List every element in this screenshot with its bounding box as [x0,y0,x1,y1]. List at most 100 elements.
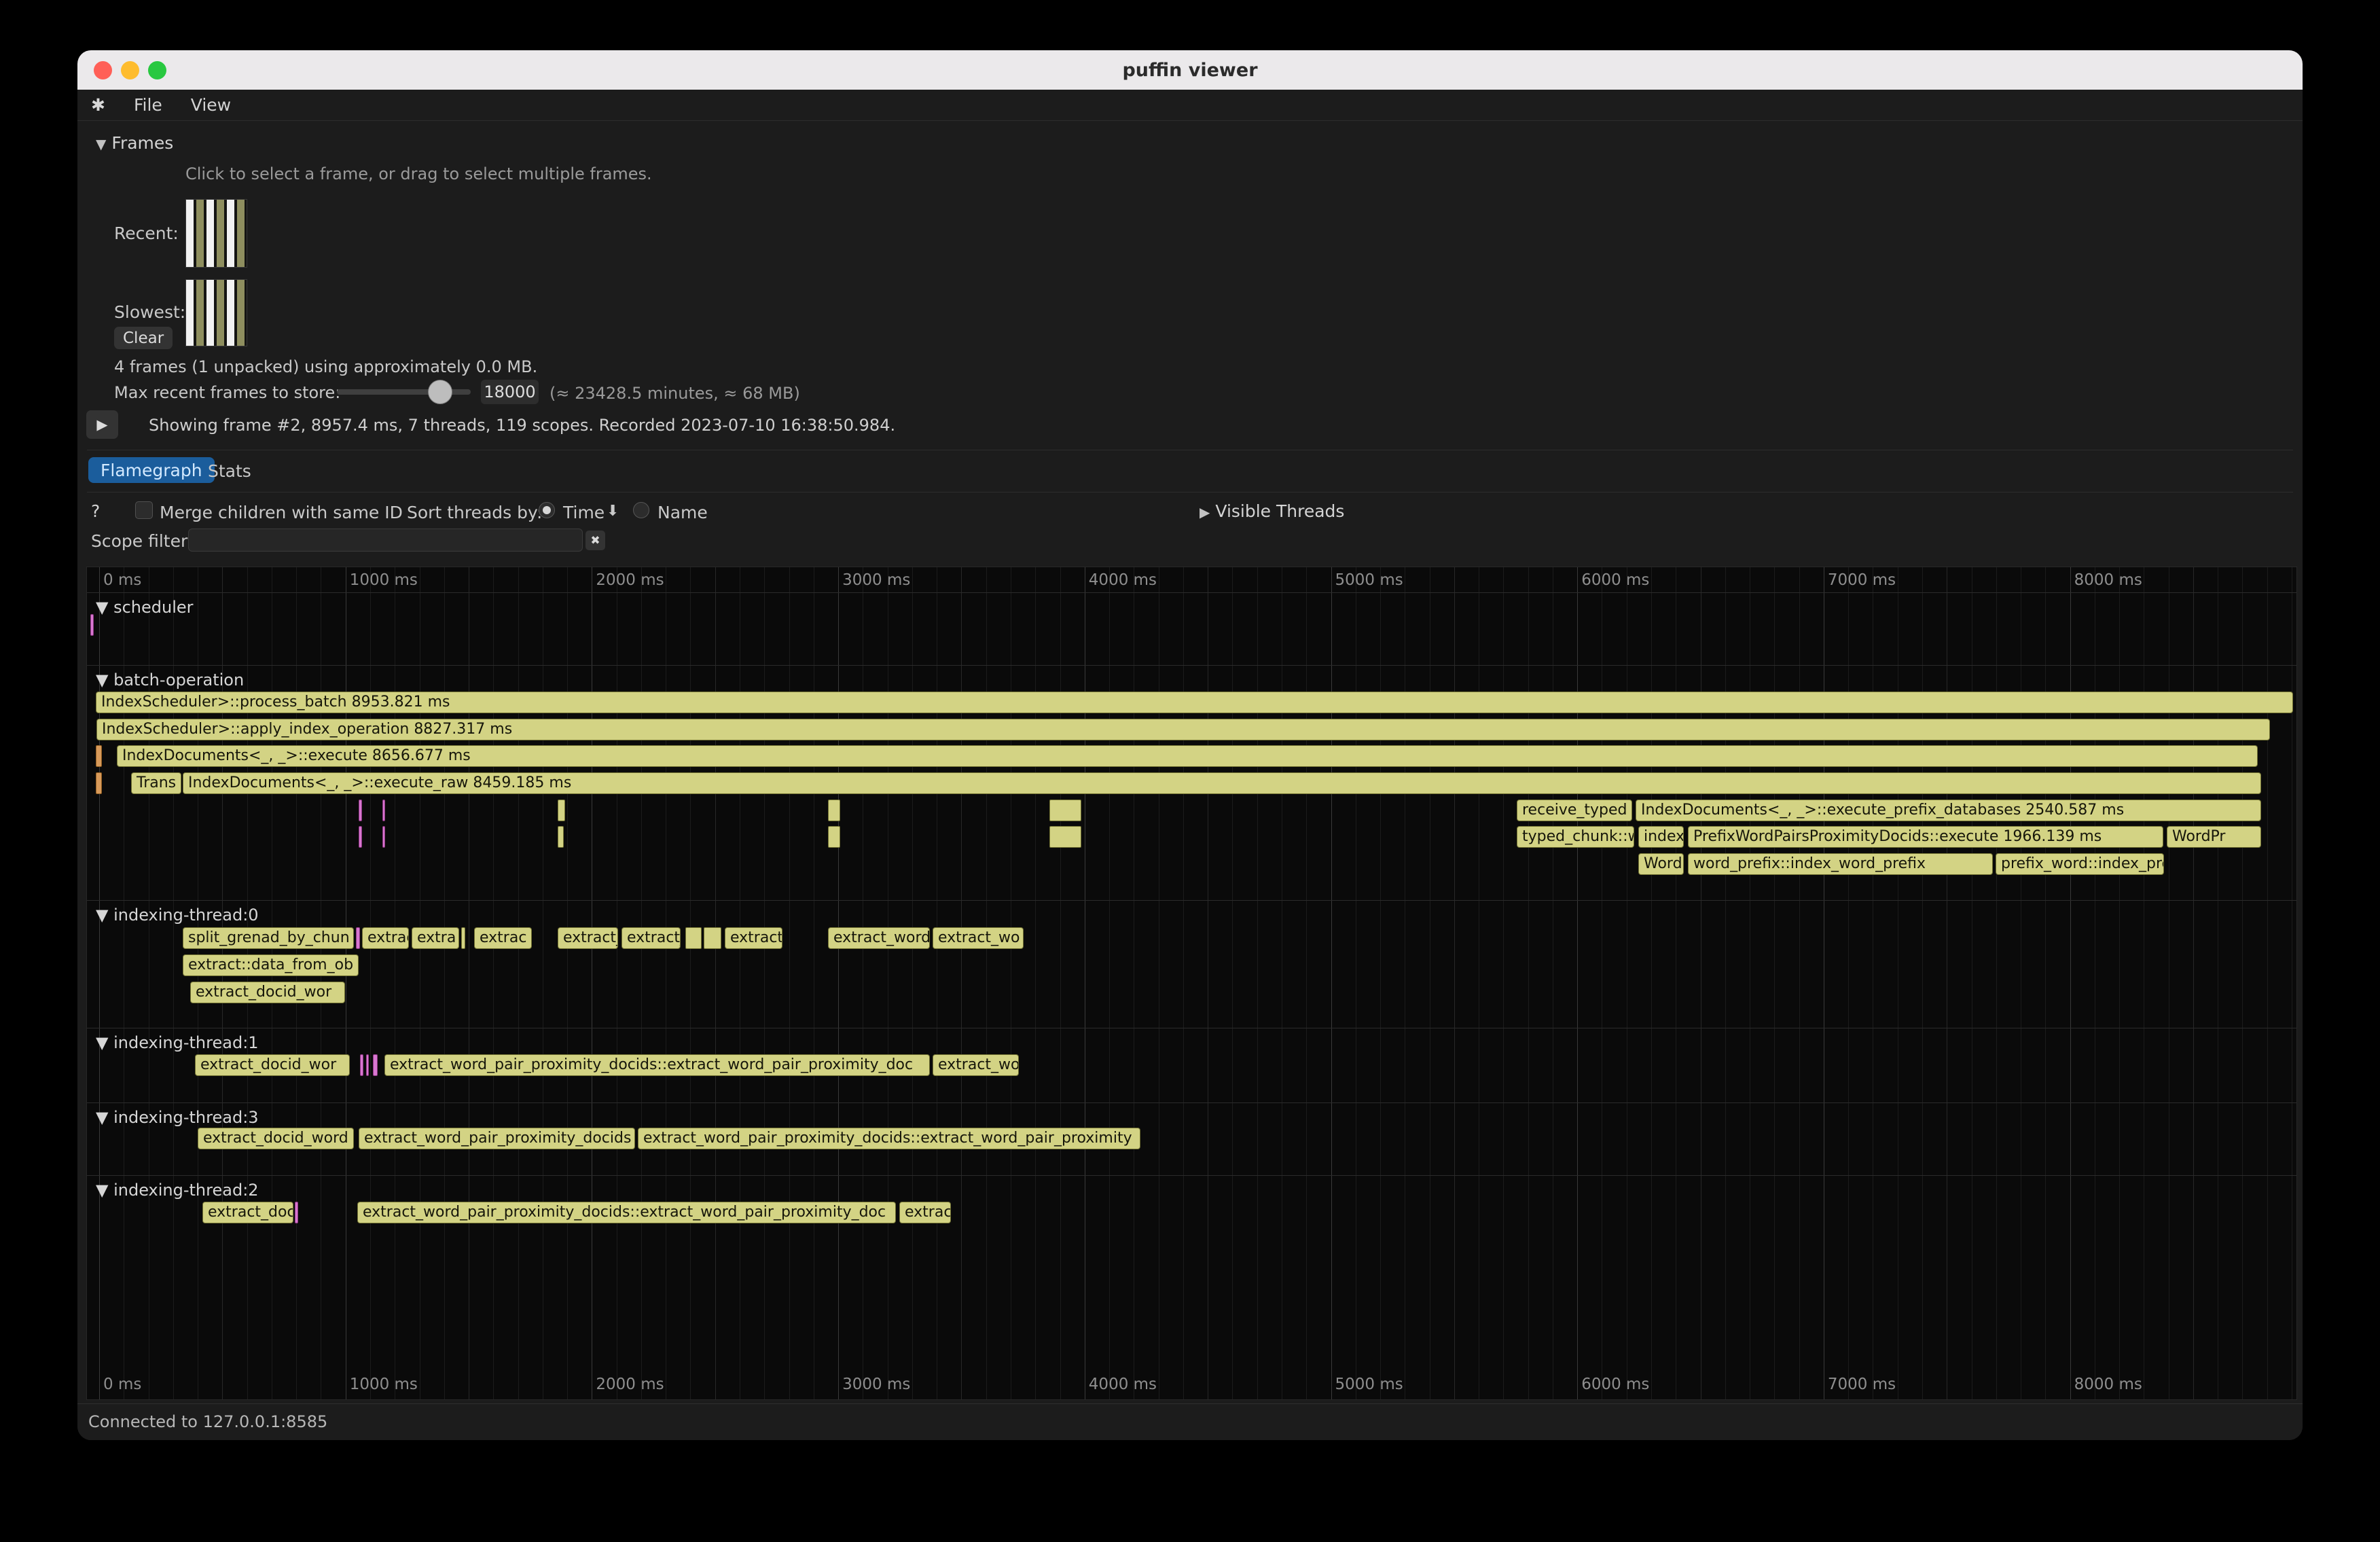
statusbar: Connected to 127.0.0.1:8585 [77,1403,2303,1440]
flame-scope-bar[interactable]: Trans [131,772,181,794]
frames-info-text: 4 frames (1 unpacked) using approximatel… [114,357,537,376]
clear-button[interactable]: Clear [114,327,173,349]
flame-scope-bar[interactable] [461,927,465,949]
scope-filter-input[interactable] [188,528,583,552]
menubar: ✱ File View [77,90,2303,121]
flame-scope-bar[interactable]: extract_doc [202,1202,293,1223]
sort-name-label[interactable]: Name [657,503,708,522]
flame-scope-bar[interactable]: PrefixWordPairsProximityDocids::execute … [1688,826,2163,848]
flame-scope-bar[interactable] [382,826,385,848]
time-tick-label: 5000 ms [1335,1376,1403,1393]
flame-scope-bar[interactable]: extrac [474,927,532,949]
flame-scope-bar[interactable]: extract_wo [933,1054,1019,1076]
flame-scope-bar[interactable] [828,826,840,848]
flame-scope-bar[interactable]: extract_word_pair_proximity_docids::extr… [384,1054,930,1076]
thread-header-indexing-thread:1[interactable]: ▼ indexing-thread:1 [96,1033,259,1052]
flame-scope-bar[interactable] [558,826,564,848]
flame-scope-bar[interactable] [1049,800,1081,821]
help-button[interactable]: ? [91,501,100,521]
clear-filter-button[interactable]: ✖ [585,531,605,550]
flamegraph-canvas[interactable]: 0 ms0 ms1000 ms1000 ms2000 ms2000 ms3000… [86,567,2297,1400]
flame-scope-bar[interactable]: Word [1638,853,1684,875]
flame-scope-bar[interactable] [1049,826,1081,848]
tab-stats[interactable]: Stats [208,461,251,481]
flame-scope-bar[interactable]: extract_word_pair_proximity_docids::extr… [357,1202,896,1223]
flame-scope-bar[interactable] [828,800,840,821]
visible-threads-toggle[interactable]: ▶Visible Threads [1200,501,1344,521]
play-icon: ▶ [96,416,107,433]
flame-scope-bar[interactable]: extra [412,927,459,949]
flame-scope-bar[interactable]: extract_wo [933,927,1024,949]
flame-scope-bar[interactable] [373,1054,378,1076]
titlebar: puffin viewer [77,50,2303,90]
flame-scope-bar[interactable] [704,927,721,949]
time-tick-label: 0 ms [103,571,141,589]
flame-scope-bar[interactable] [558,800,565,821]
flame-scope-bar[interactable]: extrac [899,1202,951,1223]
flame-scope-bar[interactable]: typed_chunk::w [1517,826,1634,848]
flame-scope-bar[interactable] [382,800,385,821]
flame-scope-bar[interactable]: extract [725,927,782,949]
flame-scope-bar[interactable]: extract_ [558,927,618,949]
merge-children-label[interactable]: Merge children with same ID [160,503,403,522]
merge-children-checkbox[interactable] [135,501,153,519]
flame-scope-bar[interactable]: IndexDocuments<_, _>::execute_prefix_dat… [1636,800,2261,821]
flame-scope-bar[interactable]: IndexDocuments<_, _>::execute_raw 8459.1… [183,772,2261,794]
scope-filter-label: Scope filter: [91,531,193,551]
frames-section-toggle[interactable]: ▼Frames [96,133,173,153]
sort-time-label[interactable]: Time [563,503,605,522]
sort-time-radio[interactable] [539,502,555,518]
flame-scope-bar[interactable]: IndexScheduler>::apply_index_operation 8… [96,719,2270,740]
minimize-button[interactable] [121,61,139,79]
flame-scope-bar[interactable]: extract_word_pair_proximity_docids [359,1128,635,1149]
thread-header-scheduler[interactable]: ▼ scheduler [96,598,194,617]
menu-view[interactable]: View [191,95,231,115]
flame-scope-bar[interactable]: split_grenad_by_chun [183,927,354,949]
flame-scope-bar[interactable]: extract_ [621,927,681,949]
time-tick-label: 8000 ms [2074,1376,2142,1393]
flame-scope-bar[interactable] [96,772,102,794]
slowest-frames-thumbnail[interactable] [185,279,247,346]
maximize-button[interactable] [148,61,166,79]
close-button[interactable] [94,61,112,79]
section-divider [87,1102,2296,1103]
flame-scope-bar[interactable] [366,1054,369,1076]
flame-scope-bar[interactable] [90,614,94,636]
flame-scope-bar[interactable] [295,1202,298,1223]
time-tick-label: 7000 ms [1828,571,1896,589]
flame-scope-bar[interactable]: extract::data_from_ob [183,954,359,976]
flame-scope-bar[interactable]: IndexScheduler>::process_batch 8953.821 … [96,692,2293,713]
tab-flamegraph[interactable]: Flamegraph [88,457,215,483]
flame-scope-bar[interactable] [356,927,360,949]
flame-scope-bar[interactable] [359,800,362,821]
flame-scope-bar[interactable]: extract_docid_word [198,1128,354,1149]
flame-scope-bar[interactable] [360,1054,363,1076]
flame-scope-bar[interactable]: word_prefix::index_word_prefix [1688,853,1993,875]
flame-scope-bar[interactable]: extract [362,927,409,949]
flame-scope-bar[interactable]: extract_word_pair_proximity_docids::extr… [638,1128,1140,1149]
thread-header-indexing-thread:2[interactable]: ▼ indexing-thread:2 [96,1181,259,1200]
flame-scope-bar[interactable]: prefix_word::index_prefix_wo [1996,853,2164,875]
flame-scope-bar[interactable]: IndexDocuments<_, _>::execute 8656.677 m… [117,745,2258,767]
thread-header-batch-operation[interactable]: ▼ batch-operation [96,670,244,689]
play-button[interactable]: ▶ [86,410,118,439]
time-tick-label: 4000 ms [1089,571,1157,589]
flame-scope-bar[interactable]: extract_docid_wor [190,982,345,1003]
thread-header-indexing-thread:3[interactable]: ▼ indexing-thread:3 [96,1108,259,1127]
flame-scope-bar[interactable]: receive_typed [1517,800,1632,821]
flame-scope-bar[interactable]: extract_word [828,927,930,949]
menu-file[interactable]: File [134,95,162,115]
flame-scope-bar[interactable] [96,745,102,767]
thread-header-indexing-thread:0[interactable]: ▼ indexing-thread:0 [96,906,259,925]
recent-frames-thumbnail[interactable] [185,199,247,268]
flame-scope-bar[interactable] [359,826,362,848]
flame-scope-bar[interactable] [685,927,702,949]
sort-name-radio[interactable] [633,502,649,518]
flame-scope-bar[interactable]: extract_docid_wor [195,1054,350,1076]
max-frames-value[interactable]: 18000 [481,380,539,404]
flame-scope-bar[interactable]: index [1638,826,1684,848]
collapse-down-icon: ▼ [96,136,106,152]
max-frames-slider-knob[interactable] [428,380,452,404]
theme-toggle-icon[interactable]: ✱ [91,95,105,115]
flame-scope-bar[interactable]: WordPr [2167,826,2261,848]
